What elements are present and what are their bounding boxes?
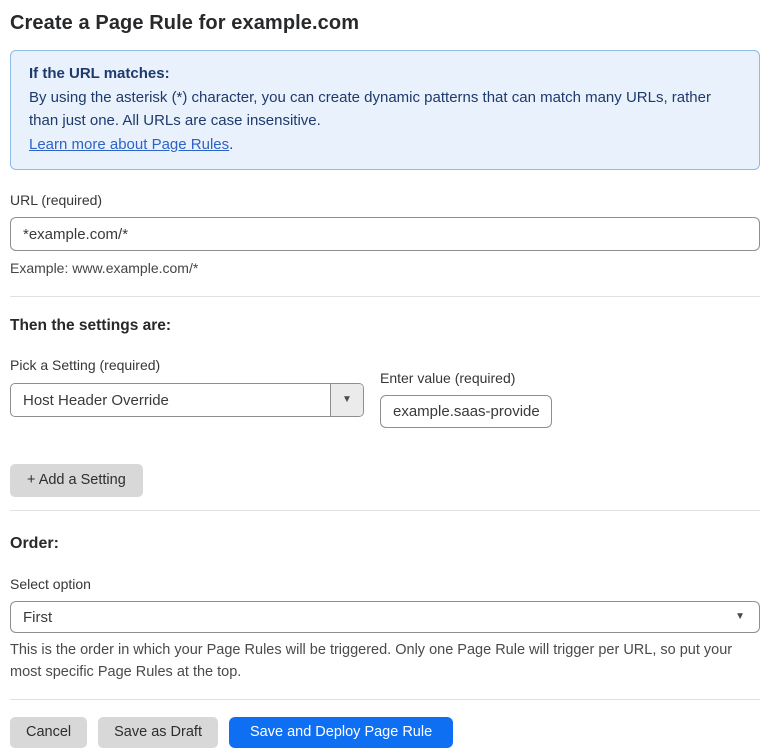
info-box-body-text: By using the asterisk (*) character, you… bbox=[29, 88, 711, 130]
order-select-value: First bbox=[23, 608, 53, 626]
save-as-draft-button[interactable]: Save as Draft bbox=[98, 717, 218, 748]
page-title: Create a Page Rule for example.com bbox=[10, 12, 360, 34]
info-box-heading: If the URL matches: bbox=[29, 65, 170, 82]
setting-select-arrow-cell[interactable]: ▼ bbox=[330, 384, 363, 416]
setting-value-input[interactable] bbox=[380, 395, 552, 428]
setting-value-label: Enter value (required) bbox=[380, 370, 516, 386]
chevron-down-icon: ▼ bbox=[342, 394, 352, 405]
order-section-heading: Order: bbox=[10, 535, 59, 552]
setting-picker-column: Pick a Setting (required) Host Header Ov… bbox=[10, 357, 364, 417]
setting-row: Pick a Setting (required) Host Header Ov… bbox=[10, 357, 760, 428]
setting-select-value: Host Header Override bbox=[23, 391, 169, 409]
url-match-info-box: If the URL matches: By using the asteris… bbox=[10, 50, 760, 170]
add-setting-button[interactable]: + Add a Setting bbox=[10, 464, 143, 497]
setting-select[interactable]: Host Header Override ▼ bbox=[10, 383, 364, 417]
url-example-helper: Example: www.example.com/* bbox=[10, 260, 199, 276]
info-box-link-line: Learn more about Page Rules. bbox=[29, 133, 741, 157]
create-page-rule-form: Create a Page Rule for example.com If th… bbox=[0, 0, 772, 748]
footer-actions: Cancel Save as Draft Save and Deploy Pag… bbox=[10, 717, 760, 748]
order-select-label: Select option bbox=[10, 576, 91, 592]
url-input[interactable] bbox=[10, 217, 760, 251]
learn-more-link[interactable]: Learn more about Page Rules bbox=[29, 136, 229, 153]
info-box-body: By using the asterisk (*) character, you… bbox=[29, 86, 741, 133]
cancel-button[interactable]: Cancel bbox=[10, 717, 88, 748]
setting-value-column: Enter value (required) bbox=[380, 370, 552, 428]
divider-order-footer bbox=[10, 699, 760, 700]
save-and-deploy-button[interactable]: Save and Deploy Page Rule bbox=[228, 717, 454, 748]
divider-settings-order bbox=[10, 510, 760, 511]
link-period: . bbox=[229, 135, 234, 153]
url-field-label: URL (required) bbox=[10, 192, 103, 208]
chevron-down-icon: ▼ bbox=[735, 611, 745, 622]
order-helper-text: This is the order in which your Page Rul… bbox=[10, 642, 733, 680]
setting-picker-label: Pick a Setting (required) bbox=[10, 357, 161, 373]
order-select[interactable]: First ▼ bbox=[10, 601, 760, 633]
settings-section-heading: Then the settings are: bbox=[10, 317, 172, 334]
divider-url-settings bbox=[10, 296, 760, 297]
